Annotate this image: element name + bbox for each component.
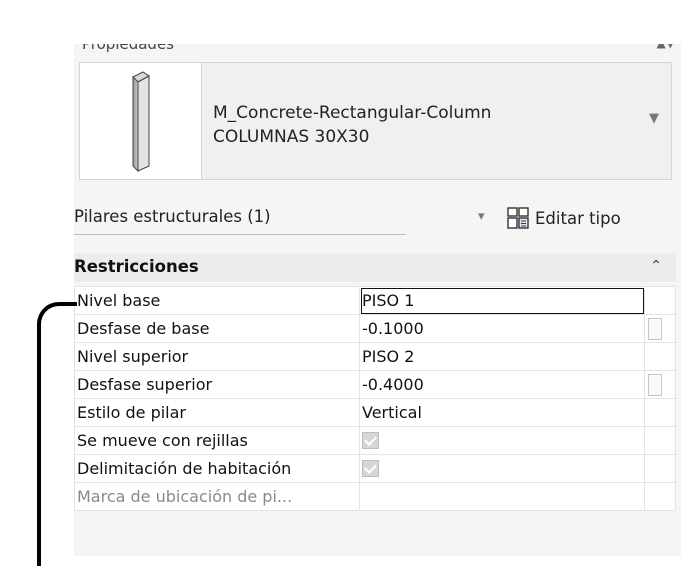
chevron-down-icon[interactable]: ▼: [649, 111, 659, 126]
property-value-input[interactable]: Vertical: [359, 398, 645, 427]
row-tail: [644, 370, 676, 399]
property-name: Estilo de pilar: [74, 398, 360, 427]
properties-table: Nivel base PISO 1 Desfase de base -0.100…: [74, 286, 676, 511]
table-row: Se mueve con rejillas: [74, 426, 676, 455]
panel-menu-icon[interactable]: ▲▼: [657, 44, 675, 50]
property-value-input[interactable]: -0.1000: [359, 314, 645, 343]
table-row: Nivel base PISO 1: [74, 286, 676, 315]
category-filter-dropdown[interactable]: Pilares estructurales (1): [74, 207, 271, 226]
section-header-restricciones[interactable]: Restricciones ⌃: [74, 253, 676, 282]
property-value-input[interactable]: PISO 2: [359, 342, 645, 371]
row-tail: [644, 314, 676, 343]
edit-type-icon: [507, 207, 529, 229]
moves-with-grids-checkbox[interactable]: [362, 432, 379, 449]
type-selector[interactable]: M_Concrete-Rectangular-Column COLUMNAS 3…: [79, 62, 672, 180]
property-value-cell: [359, 454, 645, 483]
table-row: Desfase de base -0.1000: [74, 314, 676, 343]
annotation-bracket: [37, 302, 77, 566]
property-value-input[interactable]: PISO 1: [359, 286, 645, 315]
collapse-up-icon[interactable]: ⌃: [650, 258, 662, 274]
property-name: Desfase de base: [74, 314, 360, 343]
edit-type-label: Editar tipo: [535, 208, 621, 228]
panel-title: Propiedades: [82, 44, 174, 53]
table-row: Nivel superior PISO 2: [74, 342, 676, 371]
family-name: M_Concrete-Rectangular-Column: [213, 103, 492, 123]
associate-parameter-button[interactable]: [648, 317, 662, 340]
room-bounding-checkbox[interactable]: [362, 460, 379, 477]
row-tail: [644, 398, 676, 427]
table-row: Estilo de pilar Vertical: [74, 398, 676, 427]
property-name: Nivel base: [74, 286, 360, 315]
edit-type-button[interactable]: Editar tipo: [507, 204, 621, 232]
associate-parameter-button[interactable]: [648, 373, 662, 396]
table-row: Delimitación de habitación: [74, 454, 676, 483]
property-value-cell: [359, 426, 645, 455]
column-thumbnail-icon: [80, 63, 202, 179]
property-value-input[interactable]: -0.4000: [359, 370, 645, 399]
property-value-cell: [359, 482, 645, 511]
row-tail: [644, 482, 676, 511]
property-name: Nivel superior: [74, 342, 360, 371]
chevron-down-icon[interactable]: ▾: [478, 209, 485, 224]
type-name: M_Concrete-Rectangular-Column COLUMNAS 3…: [213, 101, 491, 149]
properties-panel: Propiedades ▲▼ M_Concrete-Rectangular-Co…: [74, 44, 681, 556]
row-tail: [644, 342, 676, 371]
filter-underline: [74, 234, 406, 235]
section-title: Restricciones: [74, 257, 199, 276]
property-name: Delimitación de habitación: [74, 454, 360, 483]
row-tail: [644, 426, 676, 455]
table-row: Marca de ubicación de pi...: [74, 482, 676, 511]
property-name: Se mueve con rejillas: [74, 426, 360, 455]
table-row: Desfase superior -0.4000: [74, 370, 676, 399]
property-name: Desfase superior: [74, 370, 360, 399]
property-name: Marca de ubicación de pi...: [74, 482, 360, 511]
row-tail: [644, 286, 676, 315]
row-tail: [644, 454, 676, 483]
type-name-value: COLUMNAS 30X30: [213, 127, 370, 147]
instance-filter: Pilares estructurales (1) ▾ Editar tipo: [74, 199, 674, 239]
